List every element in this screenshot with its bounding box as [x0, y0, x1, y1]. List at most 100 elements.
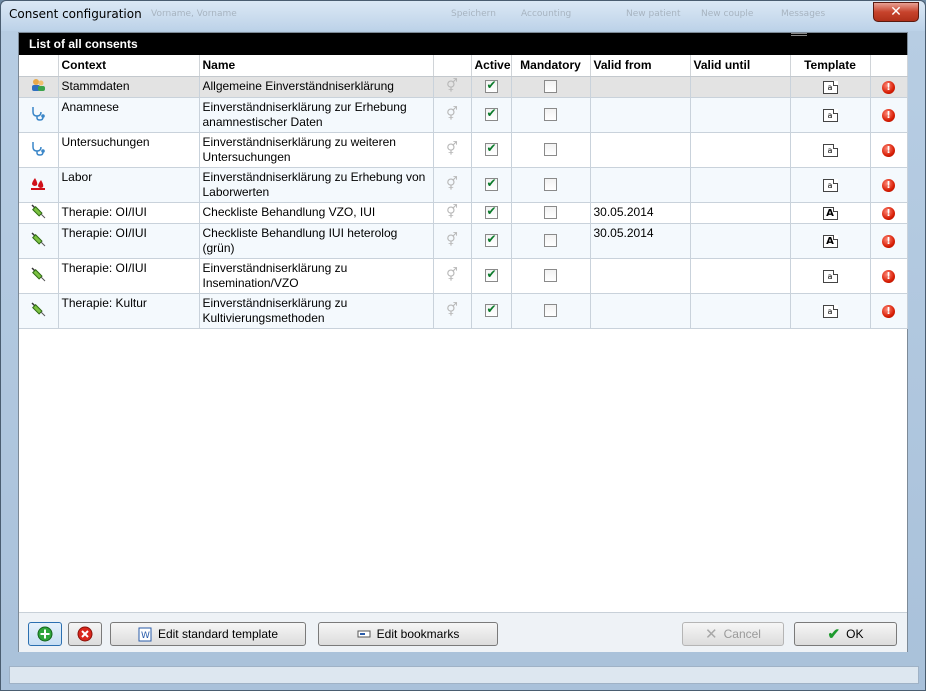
delete-consent-button[interactable] — [68, 622, 102, 646]
gender-icon[interactable]: ⚥ — [446, 107, 458, 122]
ok-label: OK — [846, 627, 864, 641]
valid-until-cell[interactable] — [690, 223, 791, 259]
valid-until-cell[interactable] — [690, 293, 791, 329]
valid-from-cell[interactable] — [590, 167, 691, 203]
column-header-valid-until[interactable]: Valid until — [690, 55, 791, 77]
name-cell: Einverständniserklärung zu Erhebung von … — [199, 167, 434, 203]
warning-icon[interactable]: ! — [882, 81, 895, 94]
name-cell: Checkliste Behandlung IUI heterolog (grü… — [199, 223, 434, 259]
mandatory-checkbox[interactable] — [544, 108, 557, 122]
template-document-icon[interactable]: a — [822, 109, 838, 122]
warning-icon[interactable]: ! — [882, 179, 895, 192]
template-document-icon[interactable]: a — [822, 270, 838, 283]
valid-from-cell[interactable] — [590, 293, 691, 329]
template-document-icon[interactable]: a — [822, 305, 838, 318]
add-consent-button[interactable] — [28, 622, 62, 646]
mandatory-checkbox[interactable] — [544, 80, 557, 94]
active-checkbox[interactable] — [484, 267, 498, 283]
title-bar[interactable]: Consent configuration Vorname, Vorname S… — [1, 1, 925, 31]
valid-from-cell[interactable]: 30.05.2014 — [590, 223, 691, 259]
column-header-active[interactable]: Active — [471, 55, 512, 77]
template-document-icon[interactable]: a — [822, 144, 838, 157]
template-document-icon[interactable]: a — [822, 179, 838, 192]
mandatory-checkbox[interactable] — [544, 178, 557, 192]
people-icon — [30, 77, 46, 93]
warning-icon[interactable]: ! — [882, 207, 895, 220]
ghost-menu-item: New couple — [701, 9, 754, 19]
bookmark-icon — [357, 630, 371, 638]
grip-icon[interactable] — [791, 33, 807, 36]
add-icon — [37, 626, 53, 642]
template-document-icon[interactable]: A — [822, 207, 838, 220]
valid-from-cell[interactable] — [590, 97, 691, 133]
column-header-gender[interactable] — [433, 55, 472, 77]
valid-from-cell[interactable] — [590, 258, 691, 294]
active-checkbox[interactable] — [484, 78, 498, 94]
context-cell: Therapie: Kultur — [58, 293, 200, 329]
gender-icon[interactable]: ⚥ — [446, 142, 458, 157]
gender-icon[interactable]: ⚥ — [446, 205, 458, 220]
column-header-valid-from[interactable]: Valid from — [590, 55, 691, 77]
warning-icon[interactable]: ! — [882, 305, 895, 318]
valid-until-cell[interactable] — [690, 132, 791, 168]
cancel-icon: ✕ — [705, 626, 718, 643]
column-header-status[interactable] — [870, 55, 908, 77]
valid-until-cell[interactable] — [690, 202, 791, 224]
active-checkbox[interactable] — [484, 302, 498, 318]
table-row[interactable]: Therapie: OI/IUI Checkliste Behandlung VZ… — [19, 202, 908, 224]
mandatory-checkbox[interactable] — [544, 206, 557, 220]
valid-from-cell[interactable]: 30.05.2014 — [590, 202, 691, 224]
template-document-icon[interactable]: A — [822, 235, 838, 248]
panel-title: List of all consents — [29, 37, 138, 51]
blood-drops-icon — [30, 175, 46, 191]
stethoscope-icon — [30, 105, 46, 121]
valid-from-cell[interactable] — [590, 76, 691, 98]
table-row[interactable]: Therapie: OI/IUI Einverständniserklärung … — [19, 258, 908, 294]
edit-bookmarks-button[interactable]: Edit bookmarks — [318, 622, 498, 646]
ghost-menu-item: Vorname, Vorname — [151, 9, 237, 19]
valid-until-cell[interactable] — [690, 258, 791, 294]
warning-icon[interactable]: ! — [882, 144, 895, 157]
active-checkbox[interactable] — [484, 141, 498, 157]
mandatory-checkbox[interactable] — [544, 304, 557, 318]
warning-icon[interactable]: ! — [882, 270, 895, 283]
table-row[interactable]: Therapie: Kultur Einverständniserklärung … — [19, 293, 908, 329]
valid-from-cell[interactable] — [590, 132, 691, 168]
valid-until-cell[interactable] — [690, 97, 791, 133]
gender-icon[interactable]: ⚥ — [446, 79, 458, 94]
consent-list-panel: List of all consents Context Name Active… — [18, 32, 908, 652]
column-header-mandatory[interactable]: Mandatory — [511, 55, 591, 77]
status-bar — [9, 666, 919, 684]
edit-standard-template-button[interactable]: W Edit standard template — [110, 622, 306, 646]
gender-icon[interactable]: ⚥ — [446, 303, 458, 318]
ok-button[interactable]: ✔ OK — [794, 622, 897, 646]
table-row[interactable]: Untersuchungen Einverständniserklärung zu… — [19, 132, 908, 168]
active-checkbox[interactable] — [484, 106, 498, 122]
syringe-icon — [30, 203, 46, 219]
table-row[interactable]: Stammdaten Allgemeine Einverständniserklä… — [19, 76, 908, 98]
cancel-button[interactable]: ✕ Cancel — [682, 622, 784, 646]
warning-icon[interactable]: ! — [882, 109, 895, 122]
active-checkbox[interactable] — [484, 232, 498, 248]
table-row[interactable]: Labor Einverständniserklärung zu Erhebung… — [19, 167, 908, 203]
table-row[interactable]: Anamnese Einverständniserklärung zur Erhe… — [19, 97, 908, 133]
active-checkbox[interactable] — [484, 176, 498, 192]
template-document-icon[interactable]: a — [822, 81, 838, 94]
svg-text:W: W — [141, 631, 150, 641]
close-button[interactable]: ✕ — [873, 2, 919, 22]
column-header-name[interactable]: Name — [199, 55, 434, 77]
column-header-context[interactable]: Context — [58, 55, 200, 77]
syringe-icon — [30, 231, 46, 247]
mandatory-checkbox[interactable] — [544, 234, 557, 248]
gender-icon[interactable]: ⚥ — [446, 268, 458, 283]
mandatory-checkbox[interactable] — [544, 143, 557, 157]
table-row[interactable]: Therapie: OI/IUI Checkliste Behandlung IU… — [19, 223, 908, 259]
valid-until-cell[interactable] — [690, 167, 791, 203]
active-checkbox[interactable] — [484, 204, 498, 220]
column-header-template[interactable]: Template — [790, 55, 871, 77]
valid-until-cell[interactable] — [690, 76, 791, 98]
warning-icon[interactable]: ! — [882, 235, 895, 248]
gender-icon[interactable]: ⚥ — [446, 177, 458, 192]
mandatory-checkbox[interactable] — [544, 269, 557, 283]
gender-icon[interactable]: ⚥ — [446, 233, 458, 248]
